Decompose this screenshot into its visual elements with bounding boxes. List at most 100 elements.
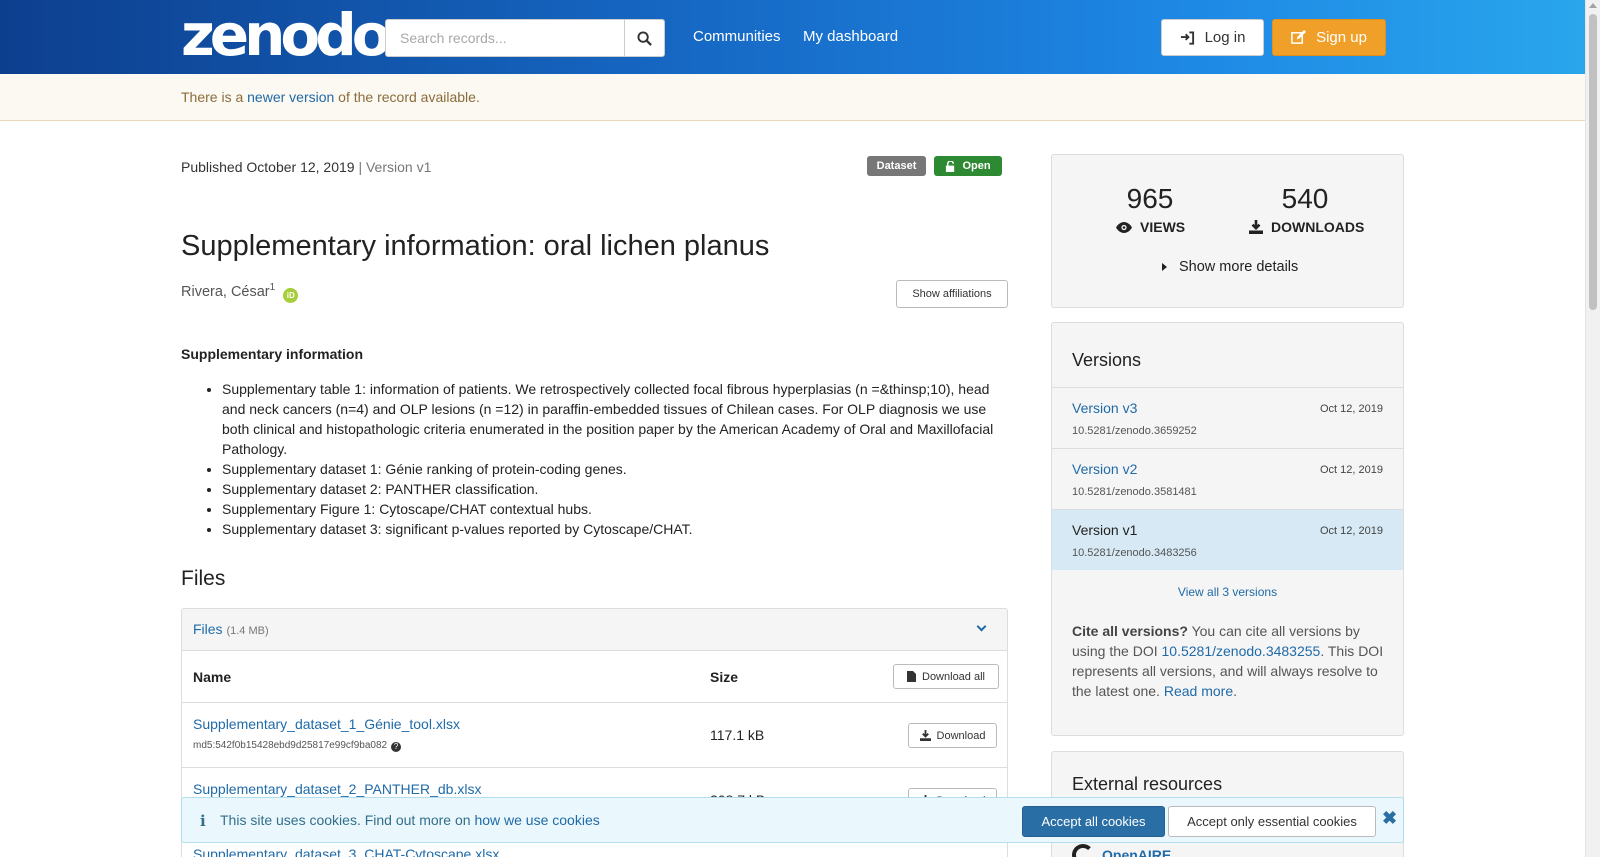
- description-item: Supplementary table 1: information of pa…: [222, 379, 1000, 459]
- version-date: Oct 12, 2019: [1320, 403, 1383, 415]
- accept-essential-cookies-button[interactable]: Accept only essential cookies: [1168, 806, 1376, 837]
- file-link[interactable]: Supplementary_dataset_2_PANTHER_db.xlsx: [193, 781, 481, 797]
- show-more-details-label: Show more details: [1179, 259, 1299, 275]
- author-name[interactable]: Rivera, César: [181, 284, 270, 300]
- eye-icon: [1116, 221, 1132, 233]
- files-total-size: (1.4 MB): [226, 625, 269, 637]
- notice-text: There is a: [181, 89, 248, 105]
- nav-my-dashboard[interactable]: My dashboard: [803, 28, 898, 45]
- caret-right-icon: [1162, 263, 1167, 271]
- table-row: Supplementary_dataset_1_Génie_tool.xlsx …: [182, 703, 1007, 768]
- search-button[interactable]: [624, 19, 665, 57]
- external-resources-title: External resources: [1072, 774, 1223, 794]
- scrollbar-thumb[interactable]: [1589, 14, 1597, 310]
- cookie-banner: i This site uses cookies. Find out more …: [181, 797, 1404, 843]
- versions-panel: Versions Version v3 Oct 12, 2019 10.5281…: [1051, 322, 1404, 736]
- chevron-down-icon[interactable]: [976, 621, 987, 632]
- newer-version-notice: There is a newer version of the record a…: [0, 74, 1585, 121]
- published-label: Published: [181, 159, 243, 175]
- zenodo-logo[interactable]: zenodo: [181, 6, 392, 64]
- downloads-count: 540: [1281, 183, 1329, 214]
- column-size: Size: [710, 669, 739, 685]
- version-label: | Version v1: [358, 159, 432, 175]
- description-item: Supplementary dataset 3: significant p-v…: [222, 519, 1000, 539]
- orcid-icon[interactable]: iD: [283, 287, 299, 303]
- files-toggle-link[interactable]: Files: [193, 621, 223, 637]
- close-icon[interactable]: ✖: [1382, 808, 1397, 829]
- cite-end: .: [1233, 683, 1237, 699]
- published-date: October 12, 2019: [246, 159, 355, 175]
- show-more-details-toggle[interactable]: Show more details: [1162, 259, 1298, 275]
- login-button[interactable]: Log in: [1161, 19, 1264, 56]
- files-table-header: Name Size Download all: [182, 651, 1007, 703]
- version-row[interactable]: Version v2 Oct 12, 2019 10.5281/zenodo.3…: [1052, 448, 1403, 509]
- file-archive-icon: [907, 671, 916, 682]
- concept-doi-link[interactable]: 10.5281/zenodo.3483255: [1162, 643, 1321, 659]
- version-row-current: Version v1 Oct 12, 2019 10.5281/zenodo.3…: [1052, 509, 1403, 570]
- download-all-button[interactable]: Download all: [893, 664, 999, 689]
- downloads-label-text: DOWNLOADS: [1271, 219, 1365, 235]
- download-icon: [1249, 220, 1263, 234]
- cookie-policy-link[interactable]: how we use cookies: [474, 812, 599, 828]
- version-doi: 10.5281/zenodo.3483256: [1072, 547, 1197, 559]
- record-title: Supplementary information: oral lichen p…: [181, 230, 770, 262]
- author: Rivera, César1 iD: [181, 282, 299, 303]
- versions-title: Versions: [1072, 350, 1142, 370]
- search-icon: [637, 30, 652, 46]
- download-label: Download: [936, 729, 986, 742]
- version-link[interactable]: Version v2: [1072, 461, 1137, 477]
- edit-icon: [1291, 30, 1307, 44]
- signup-button[interactable]: Sign up: [1272, 19, 1386, 56]
- version-date: Oct 12, 2019: [1320, 464, 1383, 476]
- view-all-versions-link[interactable]: View all 3 versions: [1052, 585, 1403, 599]
- openaire-logo-icon: [1072, 844, 1094, 857]
- cite-heading: Cite all versions?: [1072, 623, 1188, 639]
- column-name: Name: [193, 669, 232, 685]
- cookie-message: This site uses cookies. Find out more on…: [220, 812, 600, 828]
- accept-all-cookies-button[interactable]: Accept all cookies: [1022, 806, 1165, 837]
- version-date: Oct 12, 2019: [1320, 525, 1383, 537]
- question-circle-icon[interactable]: ?: [391, 742, 402, 752]
- version-doi: 10.5281/zenodo.3581481: [1072, 486, 1197, 498]
- signup-label: Sign up: [1316, 29, 1367, 46]
- nav-communities[interactable]: Communities: [693, 28, 781, 45]
- show-affiliations-button[interactable]: Show affiliations: [896, 280, 1008, 308]
- scrollbar[interactable]: [1585, 0, 1600, 857]
- views-count: 965: [1126, 183, 1174, 214]
- openaire-label[interactable]: OpenAIRE: [1102, 847, 1171, 857]
- search-input[interactable]: [385, 19, 625, 57]
- download-all-label: Download all: [922, 670, 985, 683]
- info-icon: i: [200, 812, 206, 830]
- open-access-badge: Open: [934, 156, 1002, 176]
- views-label: VIEWS: [1116, 219, 1185, 235]
- openaire-link[interactable]: OpenAIRE: [1072, 844, 1171, 857]
- files-section-title: Files: [181, 567, 226, 590]
- version-link[interactable]: Version v3: [1072, 400, 1137, 416]
- views-label-text: VIEWS: [1140, 219, 1186, 235]
- file-md5: md5:542f0b15428ebd9d25817e99cf9ba082: [193, 740, 388, 751]
- description-heading: Supplementary information: [181, 346, 364, 362]
- download-icon: [919, 730, 931, 741]
- stats-panel: 965 VIEWS 540 DOWNLOADS Show more detail…: [1051, 154, 1404, 308]
- read-more-link[interactable]: Read more: [1164, 683, 1233, 699]
- download-button[interactable]: Download: [908, 723, 997, 748]
- sign-in-icon: [1180, 30, 1194, 45]
- file-checksum: md5:542f0b15428ebd9d25817e99cf9ba082?: [193, 740, 402, 752]
- version-row[interactable]: Version v3 Oct 12, 2019 10.5281/zenodo.3…: [1052, 387, 1403, 448]
- unlock-icon: [946, 160, 955, 172]
- file-link[interactable]: Supplementary_dataset_3_CHAT-Cytoscape.x…: [193, 846, 499, 857]
- cookie-text: This site uses cookies. Find out more on: [220, 812, 475, 828]
- file-size: 117.1 kB: [710, 727, 765, 743]
- dataset-badge: Dataset: [867, 156, 926, 176]
- scroll-up-arrow-icon[interactable]: [1589, 3, 1597, 8]
- description-item: Supplementary dataset 2: PANTHER classif…: [222, 479, 1000, 499]
- version-doi: 10.5281/zenodo.3659252: [1072, 425, 1197, 437]
- open-label: Open: [962, 160, 991, 172]
- files-panel-header[interactable]: Files (1.4 MB): [182, 609, 1007, 651]
- newer-version-link[interactable]: newer version: [247, 89, 334, 105]
- author-affiliation-number: 1: [269, 282, 276, 293]
- publication-info: Published October 12, 2019 | Version v1: [181, 159, 431, 175]
- description-item: Supplementary Figure 1: Cytoscape/CHAT c…: [222, 499, 1000, 519]
- file-link[interactable]: Supplementary_dataset_1_Génie_tool.xlsx: [193, 716, 460, 732]
- description-item: Supplementary dataset 1: Génie ranking o…: [222, 459, 1000, 479]
